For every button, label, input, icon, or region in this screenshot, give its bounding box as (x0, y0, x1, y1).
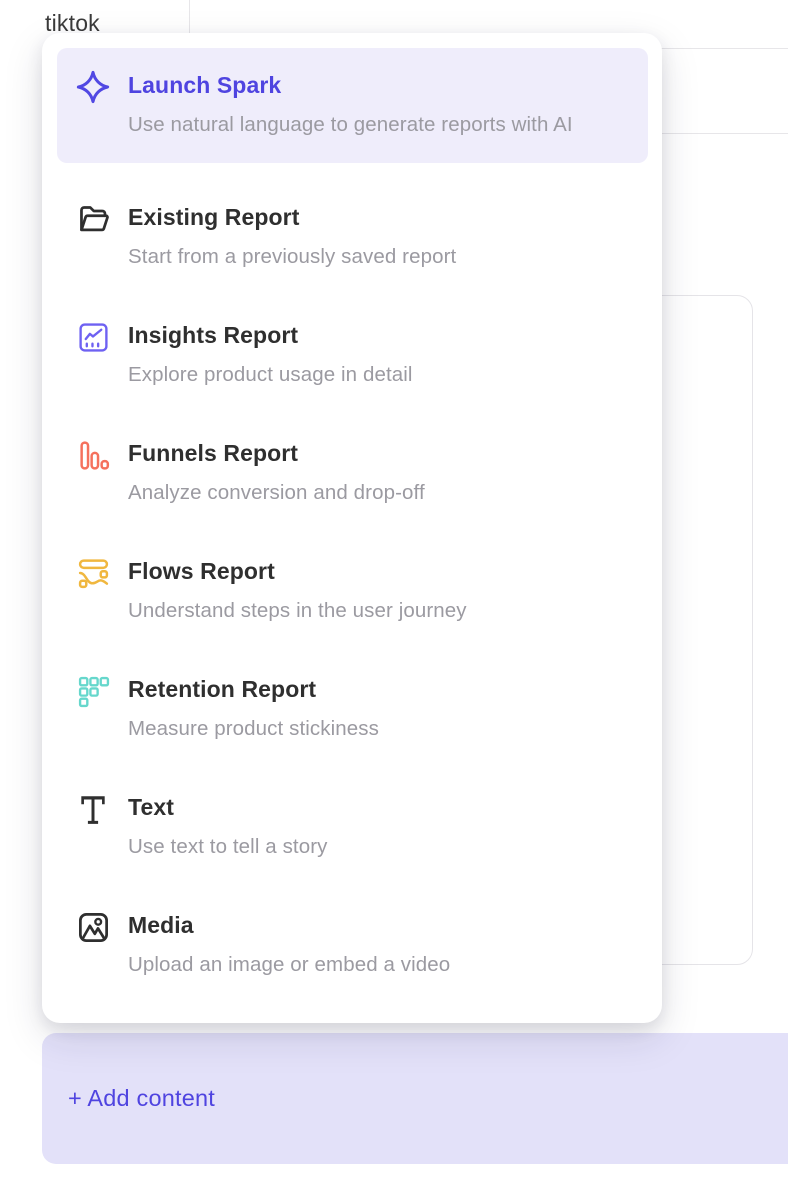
menu-item-flows-report[interactable]: Flows Report Understand steps in the use… (57, 543, 648, 640)
menu-item-description: Analyze conversion and drop-off (128, 476, 620, 510)
funnel-bars-icon (75, 437, 111, 473)
menu-item-description: Understand steps in the user journey (128, 594, 620, 628)
menu-item-title: Existing Report (128, 201, 638, 233)
menu-item-description: Explore product usage in detail (128, 358, 620, 392)
menu-item-launch-spark[interactable]: Launch Spark Use natural language to gen… (57, 48, 648, 163)
text-icon (75, 791, 111, 827)
retention-grid-icon (75, 673, 111, 709)
menu-item-retention-report[interactable]: Retention Report Measure product stickin… (57, 661, 648, 758)
menu-item-funnels-report[interactable]: Funnels Report Analyze conversion and dr… (57, 425, 648, 522)
menu-item-description: Use text to tell a story (128, 830, 620, 864)
menu-item-description: Upload an image or embed a video (128, 948, 620, 982)
add-content-button[interactable]: + Add content (42, 1033, 788, 1164)
spark-icon (75, 69, 111, 105)
menu-item-media[interactable]: Media Upload an image or embed a video (57, 897, 648, 994)
folder-open-icon (75, 201, 111, 237)
menu-item-existing-report[interactable]: Existing Report Start from a previously … (57, 189, 648, 286)
media-image-icon (75, 909, 111, 945)
menu-item-title: Funnels Report (128, 437, 638, 469)
menu-item-title: Launch Spark (128, 69, 628, 101)
menu-item-title: Flows Report (128, 555, 638, 587)
menu-item-description: Measure product stickiness (128, 712, 620, 746)
add-content-menu: Launch Spark Use natural language to gen… (42, 33, 662, 1023)
menu-item-description: Start from a previously saved report (128, 240, 620, 274)
insights-chart-icon (75, 319, 111, 355)
menu-item-text[interactable]: Text Use text to tell a story (57, 779, 648, 876)
menu-item-title: Text (128, 791, 638, 823)
menu-item-title: Retention Report (128, 673, 638, 705)
menu-item-title: Media (128, 909, 638, 941)
flows-icon (75, 555, 111, 591)
add-content-label: + Add content (68, 1085, 215, 1112)
menu-item-description: Use natural language to generate reports… (128, 108, 620, 142)
menu-item-title: Insights Report (128, 319, 638, 351)
menu-item-insights-report[interactable]: Insights Report Explore product usage in… (57, 307, 648, 404)
